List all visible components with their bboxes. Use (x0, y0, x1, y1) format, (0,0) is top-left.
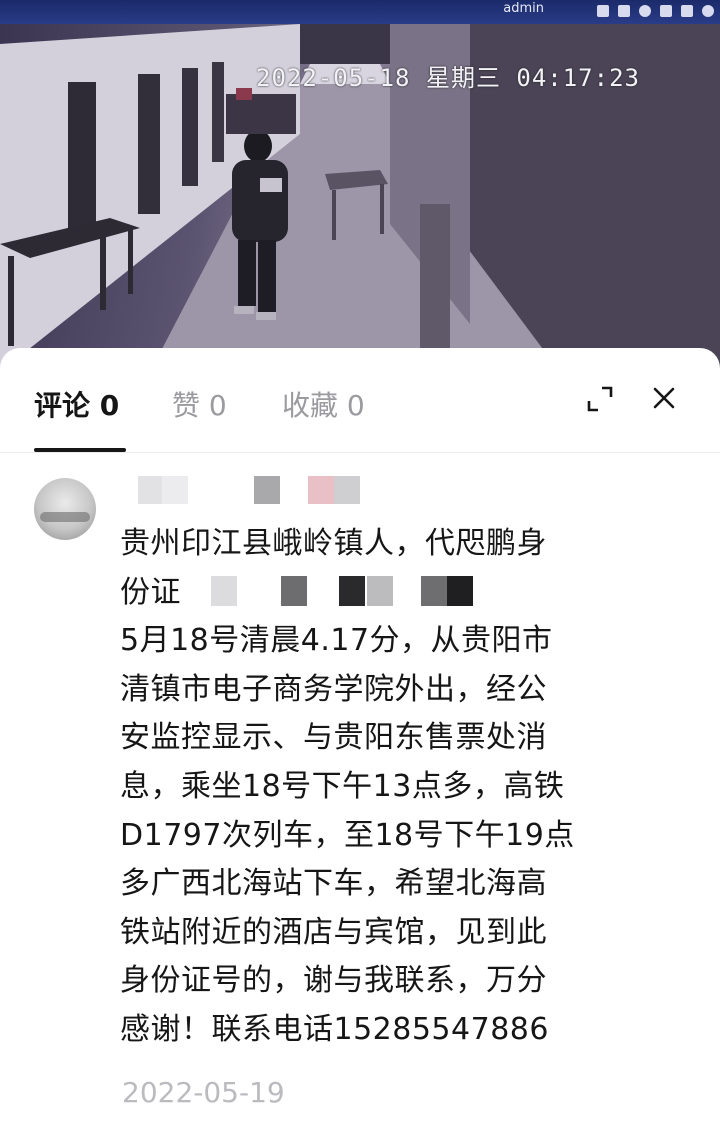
mosaic-block (138, 476, 164, 504)
video-username: admin (503, 1, 544, 16)
warning-icon (597, 5, 609, 17)
comment-line: 安监控显示、与贵阳东售票处消 (120, 720, 547, 756)
id-number-redacted (181, 575, 473, 606)
comment-line: 5月18号清晨4.17分，从贵阳市 (120, 623, 553, 659)
username-redacted (122, 476, 442, 506)
close-icon (653, 387, 675, 409)
person-leg (258, 240, 276, 312)
comment-date: 2022-05-19 (122, 1076, 285, 1109)
comment-text: 贵州印江县峨岭镇人，代咫鹏身 份证 5月18号清晨4.17分，从贵阳市 清镇市电… (120, 520, 640, 1055)
avatar[interactable] (34, 478, 96, 540)
door-frame (420, 204, 450, 354)
person-shoe (256, 312, 276, 320)
status-icon (702, 5, 714, 17)
window-icon (660, 5, 672, 17)
tab-comments[interactable]: 评论 0 (34, 384, 119, 424)
comment-line: 多广西北海站下车，希望北海高 (120, 866, 547, 902)
export-icon (618, 5, 630, 17)
expand-button[interactable] (585, 384, 615, 414)
mosaic-block (254, 476, 280, 504)
mosaic-block (308, 476, 334, 504)
system-tray (597, 5, 714, 17)
table-leg (332, 190, 336, 240)
comment-line: 息，乘坐18号下午13点多，高铁 (120, 768, 565, 804)
table-leg (100, 230, 106, 310)
table-leg (128, 230, 133, 294)
video-system-bar: admin (0, 0, 720, 24)
person-jacket (232, 160, 288, 242)
comment-line: D1797次列车，至18号下午19点 (120, 817, 575, 853)
door-3 (182, 68, 198, 186)
video-preview[interactable]: admin 2022-05-18 星期三 04:17:23 (0, 0, 720, 372)
comment-line: 清镇市电子商务学院外出，经公 (120, 671, 547, 707)
settings-icon (681, 5, 693, 17)
person-leg (238, 240, 256, 306)
mosaic-block (162, 476, 188, 504)
sheet-tabs: 评论 0 赞 0 收藏 0 (0, 348, 720, 452)
tabs-divider (0, 452, 720, 453)
person-head (244, 130, 272, 162)
comment-line: 贵州印江县峨岭镇人，代咫鹏身 (120, 526, 547, 561)
tab-likes[interactable]: 赞 0 (172, 384, 227, 424)
comment-line: 份证 (120, 569, 640, 618)
table-leg (8, 256, 14, 346)
door-1 (68, 82, 96, 232)
comment-line: 身份证号的，谢与我联系，万分 (120, 963, 547, 999)
record-icon (639, 5, 651, 17)
expand-icon (587, 386, 613, 412)
comments-sheet: 评论 0 赞 0 收藏 0 贵州印江县峨岭镇人，代咫鹏身 份证 5月18号清晨4… (0, 348, 720, 1131)
tab-favorites[interactable]: 收藏 0 (282, 384, 365, 424)
cctv-timestamp: 2022-05-18 星期三 04:17:23 (256, 64, 640, 92)
close-button[interactable] (648, 382, 680, 414)
comment-line-text: 份证 (120, 574, 181, 610)
comment-line: 感谢！联系电话15285547886 (120, 1011, 549, 1047)
comment-line: 铁站附近的酒店与宾馆，见到此 (120, 914, 547, 950)
person-shoe (234, 306, 254, 314)
hanging-item (236, 88, 252, 100)
mosaic-block (334, 476, 360, 504)
door-2 (138, 74, 160, 214)
door-4 (212, 62, 224, 162)
person-logo (260, 178, 282, 192)
table-leg (380, 184, 384, 234)
